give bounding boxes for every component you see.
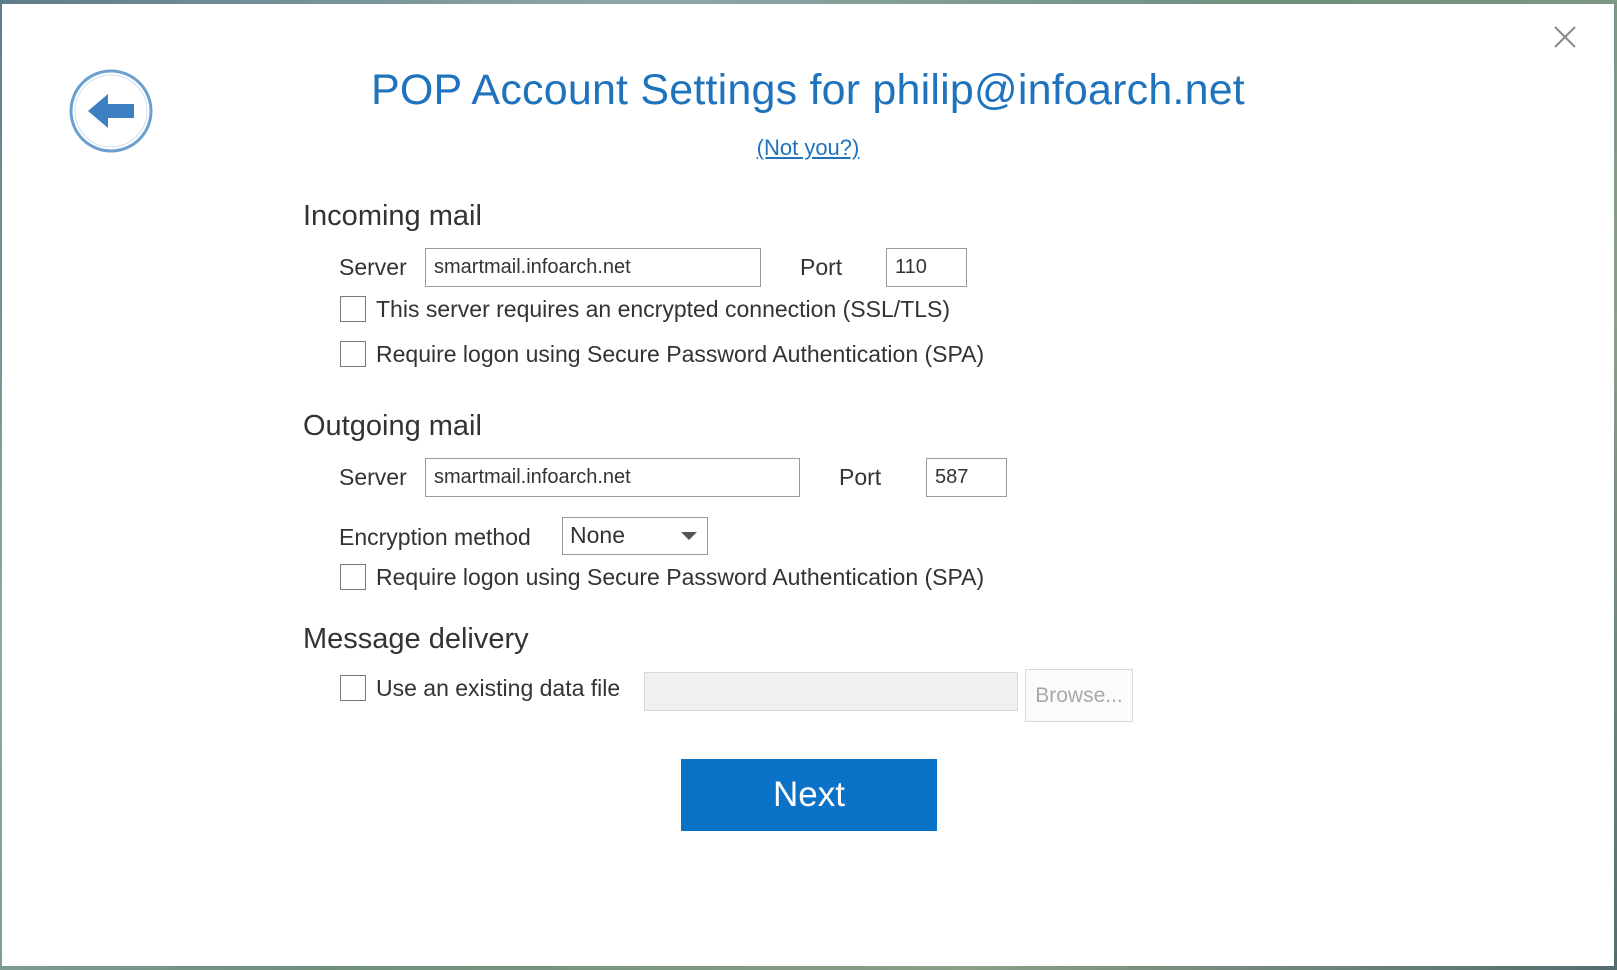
encryption-method-label: Encryption method bbox=[339, 524, 531, 550]
outgoing-server-input[interactable]: smartmail.infoarch.net bbox=[425, 458, 800, 497]
not-you-link[interactable]: (Not you?) bbox=[757, 135, 860, 160]
incoming-port-input[interactable]: 110 bbox=[886, 248, 967, 287]
close-button[interactable] bbox=[1548, 20, 1582, 54]
incoming-server-input[interactable]: smartmail.infoarch.net bbox=[425, 248, 761, 287]
close-icon bbox=[1554, 26, 1576, 48]
existing-data-file-checkbox[interactable] bbox=[340, 675, 366, 701]
incoming-mail-heading: Incoming mail bbox=[303, 200, 482, 232]
incoming-spa-checkbox[interactable] bbox=[340, 341, 366, 367]
next-button[interactable]: Next bbox=[681, 759, 937, 831]
page-title: POP Account Settings for philip@infoarch… bbox=[371, 66, 1245, 114]
browse-button: Browse... bbox=[1025, 669, 1133, 722]
outgoing-server-label: Server bbox=[339, 464, 407, 490]
message-delivery-heading: Message delivery bbox=[303, 623, 529, 655]
outgoing-spa-label: Require logon using Secure Password Auth… bbox=[376, 564, 985, 590]
incoming-spa-label: Require logon using Secure Password Auth… bbox=[376, 341, 985, 367]
outgoing-spa-checkbox[interactable] bbox=[340, 564, 366, 590]
encryption-method-select[interactable]: None bbox=[562, 517, 708, 555]
existing-data-file-label: Use an existing data file bbox=[376, 675, 621, 701]
data-file-path-input bbox=[644, 672, 1018, 711]
pop-account-settings-dialog: POP Account Settings for philip@infoarch… bbox=[2, 4, 1614, 966]
not-you-link-container: (Not you?) bbox=[2, 135, 1614, 161]
incoming-ssl-label: This server requires an encrypted connec… bbox=[376, 296, 950, 322]
encryption-method-value: None bbox=[570, 522, 625, 548]
outgoing-port-label: Port bbox=[839, 464, 882, 490]
outgoing-mail-heading: Outgoing mail bbox=[303, 410, 482, 442]
incoming-ssl-checkbox[interactable] bbox=[340, 296, 366, 322]
outgoing-port-input[interactable]: 587 bbox=[926, 458, 1007, 497]
chevron-down-icon bbox=[681, 532, 697, 540]
incoming-server-label: Server bbox=[339, 254, 407, 280]
incoming-port-label: Port bbox=[800, 254, 843, 280]
